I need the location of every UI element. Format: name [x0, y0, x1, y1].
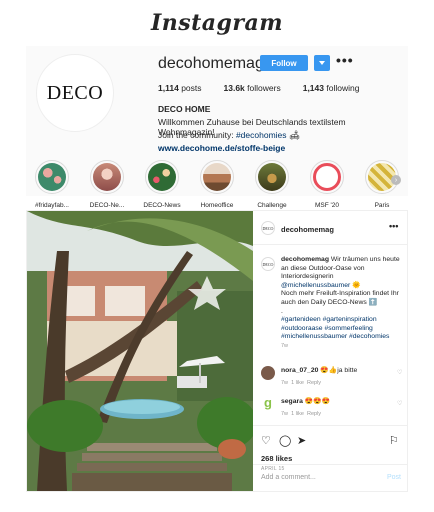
garden-photo-illustration [27, 211, 253, 491]
comment-reply-button[interactable]: Reply [307, 411, 321, 417]
highlight-thumbnail [93, 163, 121, 191]
caption-sun-emoji: 🌞 [352, 281, 361, 289]
comment-meta: 7w 1 like Reply [281, 411, 321, 417]
highlight-label: Challenge [257, 202, 287, 209]
story-highlights: #fridayfab... DECO-Ne... DECO-News Homeo… [34, 156, 414, 216]
highlight-thumbnail [38, 163, 66, 191]
more-options-icon[interactable]: ••• [336, 52, 354, 68]
comment-input[interactable]: Add a comment... [261, 474, 316, 481]
caption-text-2: Noch mehr Freiluft-Inspiration findet Ih… [281, 290, 399, 306]
highlights-next-arrow-icon[interactable]: › [391, 175, 401, 185]
comment-text: segara 😍😍😍 [281, 397, 330, 405]
caption-author-avatar[interactable]: DECO [261, 257, 275, 271]
caption-separator: . [281, 307, 283, 315]
profile-stats: 1,114 posts 13.6k followers 1,143 follow… [158, 83, 359, 93]
comment-avatar[interactable] [261, 366, 275, 380]
comment-age: 7w [281, 411, 289, 417]
highlight-item[interactable]: MSF '20 [309, 160, 345, 209]
couch-emoji: 🛋 [288, 130, 300, 140]
highlight-label: MSF '20 [315, 202, 339, 209]
post-author-avatar[interactable]: DECO [261, 221, 275, 235]
profile-avatar[interactable]: DECO [36, 54, 114, 132]
post-modal: DECO decohomemag ••• DECO decohomemag Wi… [26, 210, 408, 492]
comment-body: 😍😍😍 [304, 398, 331, 405]
highlight-item[interactable]: Challenge [254, 160, 290, 209]
comment-like-count: 1 like [291, 411, 304, 417]
share-paper-plane-icon[interactable]: ➤ [297, 434, 306, 447]
comment-meta: 7w 1 like Reply [281, 380, 321, 386]
like-count[interactable]: 268 likes [261, 454, 292, 463]
profile-username: decohomemag [158, 55, 264, 72]
caption-username[interactable]: decohomemag [281, 256, 329, 263]
comment-bubble-icon[interactable]: ◯ [279, 434, 291, 447]
following-count: 1,143 [302, 83, 324, 93]
caption-mention-link[interactable]: @michellenussbaumer [281, 282, 350, 289]
add-comment-bar: Add a comment... Post [253, 464, 408, 491]
highlight-label: Homeoffice [200, 202, 234, 209]
comment-age: 7w [281, 380, 289, 386]
post-caption: decohomemag Wir träumen uns heute an die… [281, 256, 403, 351]
highlight-thumbnail [313, 163, 341, 191]
bio-community-prefix: Join the community: [158, 130, 236, 140]
post-author-username[interactable]: decohomemag [281, 225, 334, 234]
followers-count: 13.6k [223, 83, 245, 93]
comment-reply-button[interactable]: Reply [307, 380, 321, 386]
highlight-label: Paris [374, 202, 390, 209]
bio-website-link[interactable]: www.decohome.de/stoffe-beige [158, 143, 285, 153]
comment-body: 😍👍ja bitte [320, 367, 358, 374]
highlight-label: #fridayfab... [35, 202, 69, 209]
like-heart-icon[interactable]: ♡ [261, 434, 271, 447]
following-stat[interactable]: 1,143 following [303, 83, 360, 93]
post-more-options-icon[interactable]: ••• [389, 221, 398, 231]
comment-username[interactable]: segara [281, 398, 303, 405]
bio-community-line: Join the community: #decohomies 🛋 [158, 130, 403, 141]
highlight-label: DECO-Ne... [89, 202, 125, 209]
highlight-thumbnail [258, 163, 286, 191]
save-bookmark-icon[interactable]: ⚐ [389, 434, 399, 447]
post-photo[interactable] [27, 211, 253, 491]
avatar-logo-text: DECO [46, 81, 104, 104]
followers-label: followers [247, 83, 281, 93]
following-label: following [326, 83, 360, 93]
highlight-thumbnail [203, 163, 231, 191]
comment-text: nora_07_20 😍👍ja bitte [281, 366, 357, 374]
highlight-item[interactable]: DECO-News [143, 160, 181, 209]
posts-count: 1,114 [158, 83, 179, 93]
highlight-item[interactable]: DECO-Ne... [89, 160, 125, 209]
highlight-item[interactable]: Homeoffice [199, 160, 235, 209]
bio-name: DECO HOME [158, 104, 211, 114]
comment-like-heart-icon[interactable]: ♡ [397, 369, 402, 376]
comment-like-count: 1 like [291, 380, 304, 386]
highlight-item[interactable]: #fridayfab... [34, 160, 70, 209]
instagram-logo[interactable]: Instagram [0, 10, 434, 36]
post-header: DECO decohomemag ••• [253, 211, 408, 245]
caption-timestamp: 7w [281, 342, 289, 349]
highlight-thumbnail [148, 163, 176, 191]
comment-username[interactable]: nora_07_20 [281, 367, 318, 374]
post-comment-button[interactable]: Post [387, 474, 401, 481]
posts-stat: 1,114 posts [158, 83, 202, 93]
comment-like-heart-icon[interactable]: ♡ [397, 400, 402, 407]
bio-hashtag-link[interactable]: #decohomies [236, 130, 287, 140]
highlight-label: DECO-News [143, 202, 181, 209]
caption-hashtags[interactable]: #gartenideen #garteninspiration #outdoor… [281, 316, 389, 340]
followers-stat[interactable]: 13.6k followers [224, 83, 281, 93]
follow-button[interactable]: Follow [260, 55, 308, 71]
posts-label: posts [181, 83, 202, 93]
comment-avatar[interactable]: g [261, 396, 275, 411]
post-sidebar: DECO decohomemag ••• DECO decohomemag Wi… [253, 211, 408, 491]
suggestions-dropdown-button[interactable] [314, 55, 330, 71]
